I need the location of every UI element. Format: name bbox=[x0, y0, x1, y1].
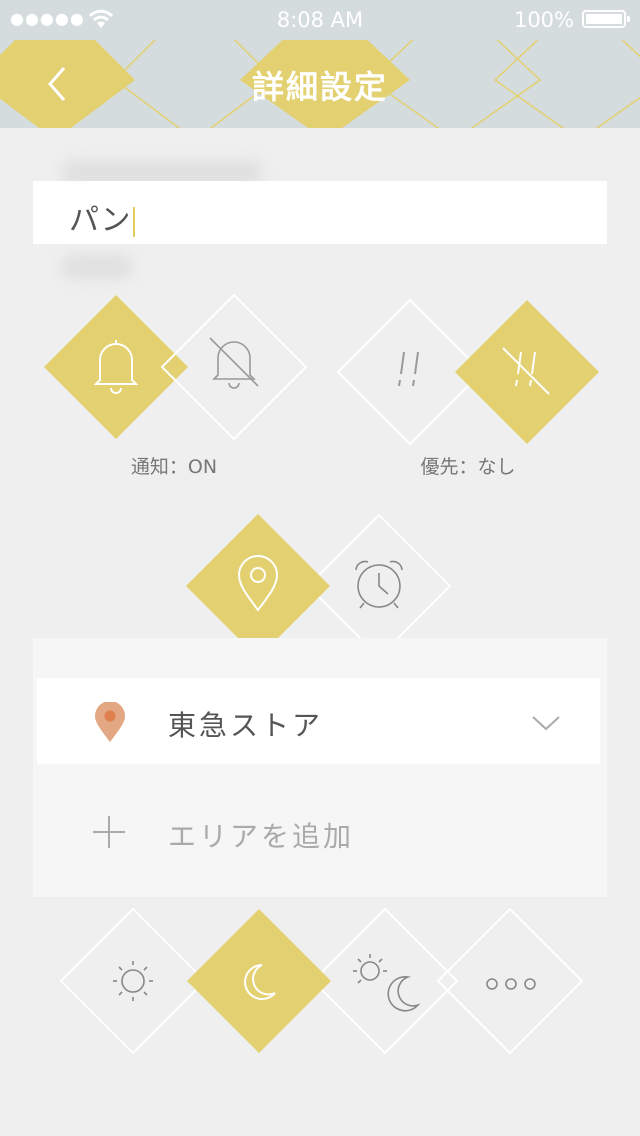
page-title: 詳細設定 bbox=[251, 68, 388, 106]
battery-icon bbox=[582, 10, 630, 28]
plus-icon bbox=[93, 816, 125, 848]
title-input[interactable]: パン bbox=[33, 181, 607, 244]
location-mode-button[interactable] bbox=[186, 514, 330, 658]
sun-moon-icon bbox=[353, 954, 421, 1012]
notification-caption: 通知：ON bbox=[130, 456, 218, 478]
text-caret bbox=[132, 206, 135, 237]
sun-icon bbox=[113, 961, 153, 1001]
nav-bar: 詳細設定 bbox=[0, 40, 640, 128]
priority-caption: 優先：なし bbox=[420, 456, 516, 478]
blurred-background bbox=[62, 255, 132, 279]
location-name: 東急ストア bbox=[168, 709, 324, 742]
status-bar: ●●●●● 8:08 AM 100% bbox=[0, 0, 640, 40]
toggle-row bbox=[44, 293, 599, 446]
day-night-button[interactable] bbox=[311, 907, 459, 1055]
battery-percent: 100% bbox=[513, 8, 574, 32]
add-area-label: エリアを追加 bbox=[168, 820, 355, 853]
chevron-down-icon[interactable] bbox=[531, 714, 561, 732]
notification-on-button[interactable] bbox=[44, 295, 188, 439]
night-button[interactable] bbox=[187, 909, 331, 1053]
title-input-value: パン bbox=[69, 203, 131, 238]
time-of-day-selector bbox=[59, 907, 584, 1055]
location-row[interactable]: 東急ストア bbox=[37, 678, 600, 764]
more-button[interactable] bbox=[436, 907, 584, 1055]
alarm-clock-icon bbox=[355, 560, 403, 609]
day-button[interactable] bbox=[59, 907, 207, 1055]
map-pin-icon bbox=[95, 702, 125, 742]
add-area-button[interactable]: エリアを追加 bbox=[37, 780, 600, 880]
exclamation-icon bbox=[398, 351, 419, 387]
bell-off-icon bbox=[209, 337, 259, 389]
more-icon bbox=[486, 978, 536, 990]
